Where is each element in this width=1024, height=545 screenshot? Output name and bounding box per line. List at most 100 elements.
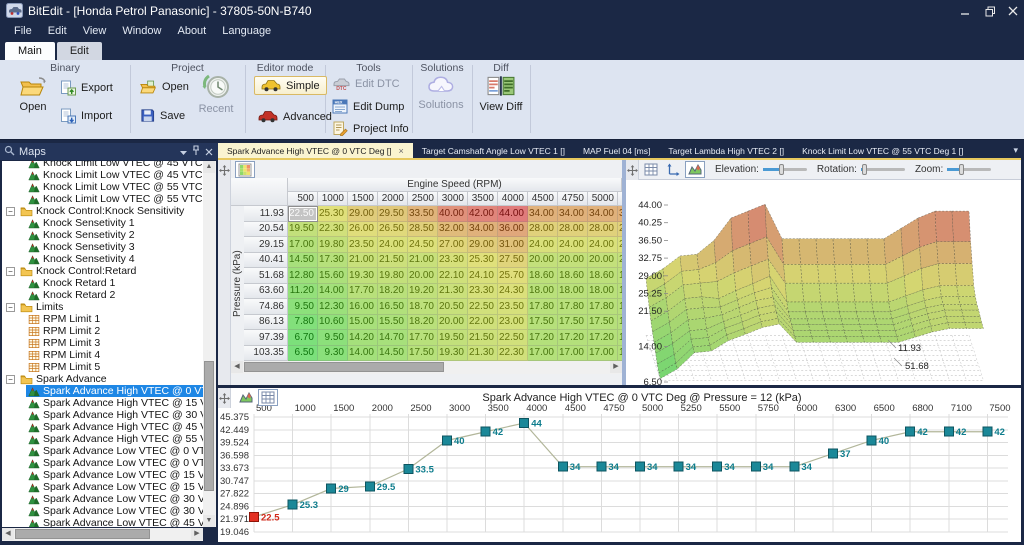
data-point[interactable]: [443, 436, 452, 445]
column-header[interactable]: 4500: [528, 192, 558, 206]
data-point[interactable]: [288, 500, 297, 509]
column-header[interactable]: 2000: [378, 192, 408, 206]
editor-tab[interactable]: MAP Fuel 04 [ms]: [574, 143, 659, 158]
tree-item[interactable]: Knock Limit Low VTEC @ 55 VTC Deg 1: [2, 181, 203, 193]
menu-item-file[interactable]: File: [6, 23, 40, 39]
map-cell[interactable]: 19.80: [378, 268, 408, 284]
map-cell[interactable]: 34.00: [468, 222, 498, 238]
map-cell[interactable]: 17.20: [558, 330, 588, 346]
row-header[interactable]: 74.86: [244, 299, 288, 315]
line-chart-svg[interactable]: 5001000150020002500300035004000450047505…: [218, 388, 1021, 542]
map-cell[interactable]: 22.50: [468, 299, 498, 315]
map-cell[interactable]: 40.00: [438, 206, 468, 222]
tree-expander[interactable]: −: [6, 267, 15, 276]
column-header[interactable]: 1000: [318, 192, 348, 206]
map-cell[interactable]: 18.00: [528, 284, 558, 300]
edit-dump-button[interactable]: HEXEdit Dump: [332, 99, 404, 114]
map-cell[interactable]: 10.60: [318, 315, 348, 331]
map-cell[interactable]: 24.10: [468, 268, 498, 284]
table-colorgrid-button[interactable]: [235, 161, 255, 178]
map-cell[interactable]: 19.50: [438, 330, 468, 346]
map-cell[interactable]: 17.20: [528, 330, 558, 346]
map-cell[interactable]: 17.00: [588, 346, 618, 362]
map-cell[interactable]: 22.30: [498, 346, 528, 362]
map-cell[interactable]: 17.50: [408, 346, 438, 362]
project-info-button[interactable]: Project Info: [332, 121, 409, 136]
map-cell[interactable]: 28.00: [528, 222, 558, 238]
map-cell[interactable]: 25.30: [318, 206, 348, 222]
open-button[interactable]: Open: [10, 74, 56, 113]
tree-item[interactable]: Knock Limit Low VTEC @ 45 VTC Deg 1: [2, 161, 203, 169]
map-cell[interactable]: 9.50: [318, 330, 348, 346]
surface-plot-svg[interactable]: 44.0040.2536.5032.7529.0025.2521.5014.00…: [626, 180, 1021, 385]
map-cell[interactable]: 22.50: [498, 330, 528, 346]
tree-item[interactable]: Spark Advance High VTEC @ 15 VTC Deg: [2, 397, 203, 409]
menu-item-edit[interactable]: Edit: [40, 23, 75, 39]
map-cell[interactable]: 31.00: [498, 237, 528, 253]
map-cell[interactable]: 11.20: [288, 284, 318, 300]
map-cell[interactable]: 27.00: [438, 237, 468, 253]
map-cell[interactable]: 23.00: [498, 315, 528, 331]
map-cell[interactable]: 22.50: [288, 206, 318, 222]
data-point[interactable]: [829, 449, 838, 458]
map-cell[interactable]: 44.00: [498, 206, 528, 222]
map-cell[interactable]: 24.00: [588, 237, 618, 253]
map-cell[interactable]: 18.60: [528, 268, 558, 284]
map-cell[interactable]: 17.50: [558, 315, 588, 331]
map-cell[interactable]: 7.80: [288, 315, 318, 331]
map-cell[interactable]: 32.00: [438, 222, 468, 238]
data-point[interactable]: [906, 427, 915, 436]
map-cell[interactable]: 21.30: [438, 284, 468, 300]
grid-view-button[interactable]: [641, 161, 661, 178]
data-point[interactable]: [520, 419, 529, 428]
map-cell[interactable]: 29.00: [468, 237, 498, 253]
map-cell[interactable]: 17.80: [528, 299, 558, 315]
map-cell[interactable]: 14.70: [378, 330, 408, 346]
map-cell[interactable]: 20.00: [528, 253, 558, 269]
map-cell[interactable]: 18.20: [378, 284, 408, 300]
map-cell[interactable]: 20.00: [558, 253, 588, 269]
map-cell[interactable]: 9.30: [318, 346, 348, 362]
map-cell[interactable]: 22.10: [438, 268, 468, 284]
map-cell[interactable]: 19.50: [288, 222, 318, 238]
tree-item[interactable]: Spark Advance Low VTEC @ 30 VTC Deg: [2, 505, 203, 517]
map-cell[interactable]: 23.50: [348, 237, 378, 253]
surface-view-button[interactable]: [685, 161, 705, 178]
map-cell[interactable]: 18.60: [558, 268, 588, 284]
surface-move-strip[interactable]: [626, 160, 639, 180]
zoom-slider-track[interactable]: [947, 168, 991, 171]
data-point[interactable]: [983, 427, 992, 436]
map-cell[interactable]: 9.50: [288, 299, 318, 315]
data-point[interactable]: [674, 462, 683, 471]
data-point[interactable]: [327, 484, 336, 493]
tab-close-icon[interactable]: ×: [399, 146, 404, 156]
export-button[interactable]: Export: [60, 80, 113, 96]
tree-item[interactable]: Spark Advance High VTEC @ 30 VTC Deg: [2, 409, 203, 421]
tree-item[interactable]: Knock Sensetivity 1: [2, 217, 203, 229]
menu-item-view[interactable]: View: [75, 23, 115, 39]
map-cell[interactable]: 26.50: [378, 222, 408, 238]
data-point[interactable]: [597, 462, 606, 471]
map-cell[interactable]: 23.30: [468, 284, 498, 300]
map-cell[interactable]: 24.00: [558, 237, 588, 253]
panel-pin-icon[interactable]: [192, 143, 205, 161]
tree-item[interactable]: −Limits: [2, 301, 203, 313]
elevation-slider-thumb[interactable]: [779, 164, 784, 175]
column-header[interactable]: 1500: [348, 192, 378, 206]
recent-button[interactable]: Recent: [192, 74, 240, 115]
panel-chevron-down-icon[interactable]: [179, 143, 192, 161]
simple-button[interactable]: Simple: [254, 76, 327, 95]
column-header[interactable]: 4750: [558, 192, 588, 206]
map-cell[interactable]: 18.00: [558, 284, 588, 300]
map-cell[interactable]: 18.70: [408, 299, 438, 315]
table-move-strip[interactable]: [218, 160, 231, 385]
column-header[interactable]: 3000: [438, 192, 468, 206]
map-cell[interactable]: 25.70: [498, 268, 528, 284]
map-cell[interactable]: 6.70: [288, 330, 318, 346]
map-cell[interactable]: 24.00: [528, 237, 558, 253]
menu-item-window[interactable]: Window: [114, 23, 169, 39]
map-cell[interactable]: 17.20: [588, 330, 618, 346]
map-cell[interactable]: 36.00: [498, 222, 528, 238]
map-cell[interactable]: 29.50: [378, 206, 408, 222]
view-diff-button[interactable]: View Diff: [476, 74, 526, 113]
